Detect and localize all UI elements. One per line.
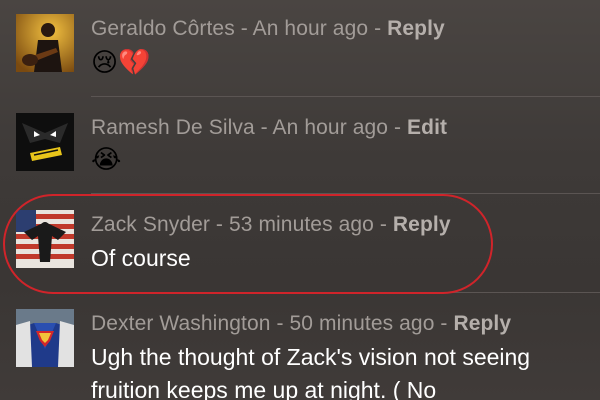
avatar[interactable] — [16, 309, 74, 367]
avatar[interactable] — [16, 113, 74, 171]
comment-meta: Geraldo Côrtes - An hour ago - Reply — [91, 17, 445, 41]
superman-avatar-icon — [16, 309, 74, 367]
meta-separator: - — [270, 312, 290, 335]
meta-separator: - — [388, 116, 408, 139]
reply-button[interactable]: Reply — [393, 213, 451, 236]
author-name[interactable]: Dexter Washington — [91, 312, 271, 335]
comment-item: Ramesh De Silva - An hour ago - Edit 😭 — [0, 97, 600, 193]
comment-meta: Ramesh De Silva - An hour ago - Edit — [91, 116, 447, 140]
reply-button[interactable]: Reply — [387, 17, 445, 40]
comment-time: 53 minutes ago — [228, 213, 374, 236]
comment-time: 50 minutes ago — [289, 312, 435, 335]
comment-meta: Zack Snyder - 53 minutes ago - Reply — [91, 213, 451, 237]
comment-time: An hour ago — [272, 116, 389, 139]
comment-item: Geraldo Côrtes - An hour ago - Reply 😢💔 — [0, 0, 600, 96]
edit-button[interactable]: Edit — [407, 116, 447, 139]
author-name[interactable]: Zack Snyder — [91, 213, 210, 236]
comment-meta: Dexter Washington - 50 minutes ago - Rep… — [91, 312, 511, 336]
comment-body: 😢💔 — [91, 48, 151, 78]
dark-logo-avatar-icon — [16, 113, 74, 171]
meta-separator: - — [368, 17, 388, 40]
meta-separator: - — [434, 312, 454, 335]
comment-time: An hour ago — [252, 17, 369, 40]
meta-separator: - — [209, 213, 229, 236]
comment-body: Of course — [91, 245, 191, 271]
meta-separator: - — [254, 116, 273, 139]
avatar[interactable] — [16, 14, 74, 72]
meta-separator: - — [373, 213, 393, 236]
comment-body: 😭 — [91, 145, 122, 175]
author-name[interactable]: Geraldo Côrtes — [91, 17, 235, 40]
reply-button[interactable]: Reply — [453, 312, 511, 335]
author-name[interactable]: Ramesh De Silva — [91, 116, 255, 139]
guitarist-avatar-icon — [16, 14, 74, 72]
comment-item: Zack Snyder - 53 minutes ago - Reply Of … — [0, 194, 600, 292]
avatar[interactable] — [16, 210, 74, 268]
comment-item: Dexter Washington - 50 minutes ago - Rep… — [0, 293, 600, 400]
comment-body: Ugh the thought of Zack's vision not see… — [91, 344, 531, 400]
meta-separator: - — [234, 17, 253, 40]
eagle-flag-avatar-icon — [16, 210, 74, 268]
